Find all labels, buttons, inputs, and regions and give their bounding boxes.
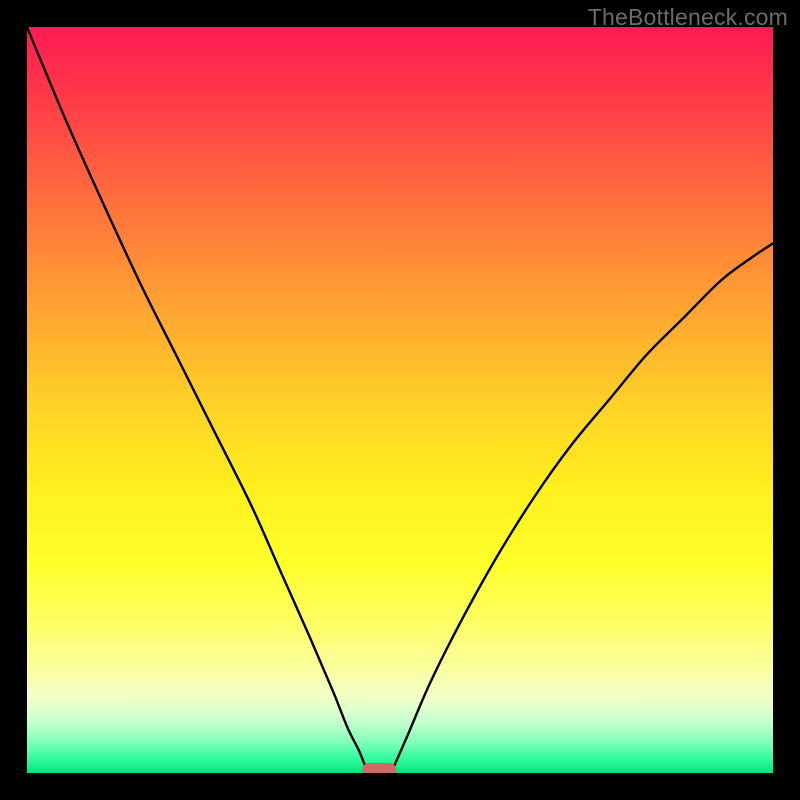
bottleneck-marker — [362, 763, 396, 773]
left-curve — [27, 27, 368, 773]
outer-frame: TheBottleneck.com — [0, 0, 800, 800]
plot-area — [27, 27, 773, 773]
watermark-text: TheBottleneck.com — [588, 4, 788, 31]
curves-layer — [27, 27, 773, 773]
right-curve — [391, 243, 773, 773]
